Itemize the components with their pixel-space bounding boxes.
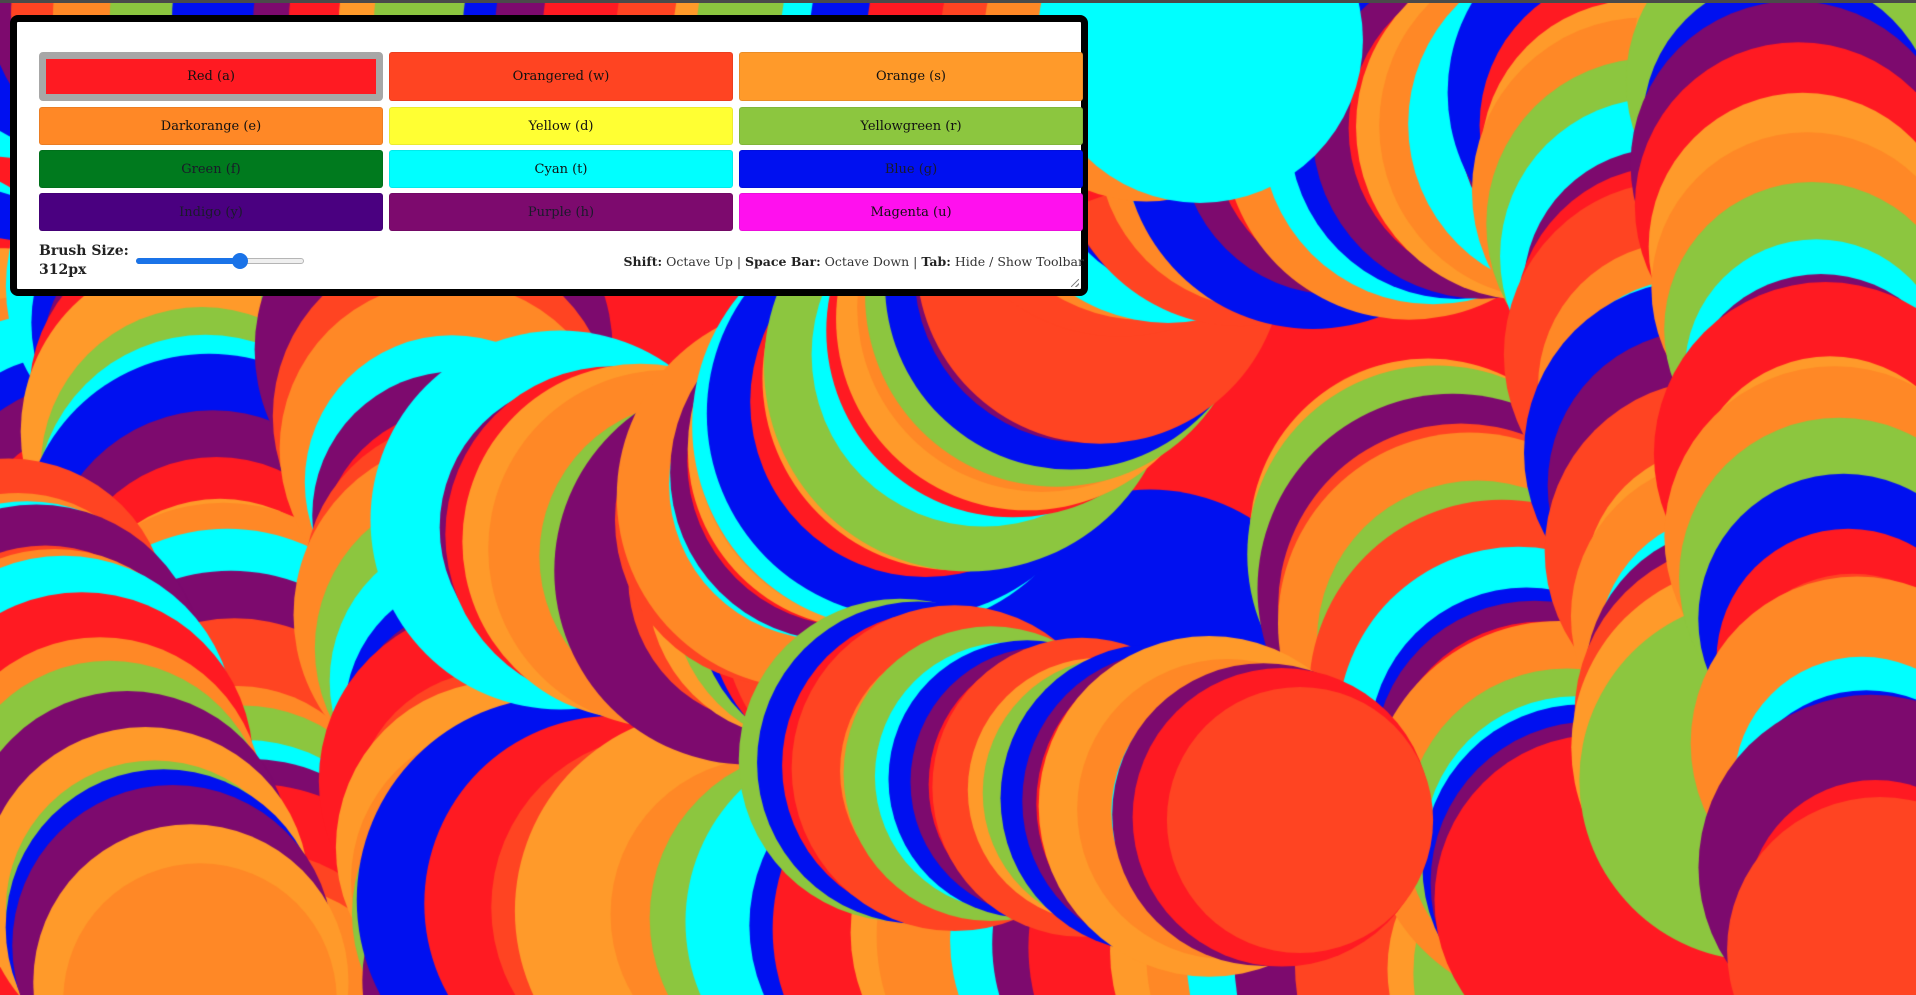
color-button-orangered[interactable]: Orangered (w)	[389, 52, 733, 101]
shortcut-tab-action: Hide / Show Toolbar	[954, 254, 1084, 269]
color-button-magenta[interactable]: Magenta (u)	[739, 193, 1083, 231]
color-button-cyan[interactable]: Cyan (t)	[389, 150, 733, 188]
shortcut-shift-key: Shift:	[623, 254, 663, 269]
resize-grip-icon[interactable]	[1071, 279, 1079, 287]
shortcut-tab-key: Tab:	[921, 254, 951, 269]
shortcut-shift-action: Octave Up	[666, 254, 733, 269]
color-button-red[interactable]: Red (a)	[39, 52, 383, 101]
color-button-indigo[interactable]: Indigo (y)	[39, 193, 383, 231]
color-button-green[interactable]: Green (f)	[39, 150, 383, 188]
color-button-yellowgreen[interactable]: Yellowgreen (r)	[739, 107, 1083, 145]
brush-size-value: 312px	[39, 262, 87, 278]
color-button-purple[interactable]: Purple (h)	[389, 193, 733, 231]
color-palette: Red (a) Orangered (w) Orange (s) Darkora…	[39, 52, 1084, 231]
color-button-orange[interactable]: Orange (s)	[739, 52, 1083, 101]
shortcut-separator: |	[913, 254, 918, 269]
shortcut-separator: |	[736, 254, 742, 269]
keyboard-shortcuts: Shift: Octave Up | Space Bar: Octave Dow…	[624, 254, 1084, 269]
brush-size-slider[interactable]	[136, 253, 304, 269]
brush-size-title: Brush Size:	[39, 243, 129, 259]
color-button-blue[interactable]: Blue (g)	[739, 150, 1083, 188]
brush-size-control: Brush Size: 312px Shift: Octave Up | Spa…	[39, 242, 1084, 282]
color-button-yellow[interactable]: Yellow (d)	[389, 107, 733, 145]
slider-fill	[136, 258, 241, 264]
shortcut-space-key: Space Bar:	[745, 254, 821, 269]
brush-size-label: Brush Size: 312px	[39, 242, 129, 280]
shortcut-space-action: Octave Down	[824, 254, 910, 269]
color-button-darkorange[interactable]: Darkorange (e)	[39, 107, 383, 145]
toolbar-panel: Red (a) Orangered (w) Orange (s) Darkora…	[10, 15, 1088, 296]
window-top-edge	[0, 0, 1916, 3]
slider-thumb[interactable]	[232, 253, 249, 269]
